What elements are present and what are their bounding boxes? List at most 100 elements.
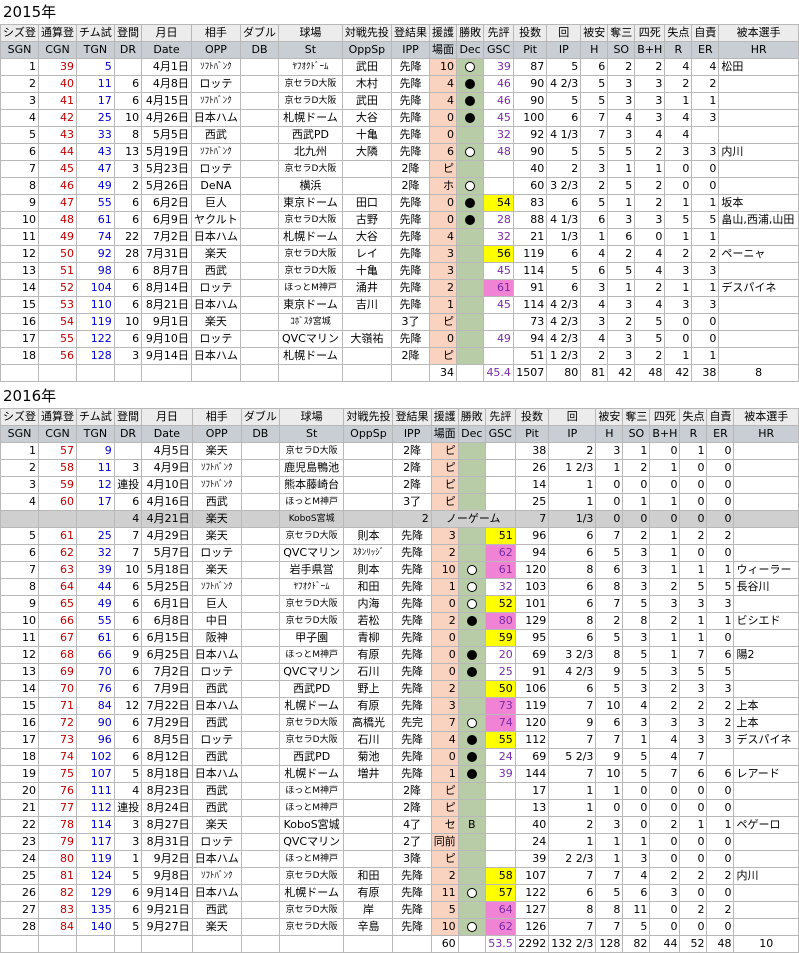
- cell-db: [240, 680, 280, 698]
- table-row: 13 69 70 6 7月2日 ロッテ QVCマリン 石川 先降 0 25 91 4 2/3 9 5 3 5 5: [0, 663, 799, 681]
- cell-sgn: 7: [0, 160, 39, 178]
- cell-so: 8: [622, 612, 651, 630]
- cell-hr: [733, 476, 799, 494]
- cell-bb: 0: [649, 782, 681, 800]
- header-cell: Pit: [514, 425, 550, 443]
- table-row: 1 39 5 4月1日 ｿﾌﾄﾊﾞﾝｸ ﾔﾌｵｸﾄﾞｰﾑ 武田 先降 10 39 87 5 6 2 2 4 4 松…: [0, 58, 799, 76]
- header-cell: HR: [718, 41, 799, 59]
- cell-ipp: 2降: [390, 160, 431, 178]
- cell-h: 5: [580, 194, 609, 212]
- cell-ip: 1: [548, 799, 597, 817]
- cell-tgn: 74: [76, 228, 115, 246]
- cell-st: 西武PD: [278, 680, 345, 698]
- cell-tgn: 98: [76, 262, 115, 280]
- cell-sgn: 15: [0, 697, 39, 715]
- cell-gsc: 62: [484, 544, 516, 562]
- cell-so: 3: [622, 561, 651, 579]
- cell-tgn: 104: [76, 279, 115, 297]
- cell-st: ﾔﾌｵｸﾄﾞｰﾑ: [278, 58, 343, 76]
- cell-ipp: 先降: [392, 527, 432, 545]
- cell-sp: 十亀: [341, 126, 392, 144]
- cell-sgn: 3: [0, 476, 39, 494]
- cell-ip: 7: [548, 918, 597, 936]
- cell-hr: [733, 663, 799, 681]
- cell-ip: 8: [548, 901, 597, 919]
- cell-so: 3: [622, 850, 651, 868]
- cell-dr: 6: [113, 279, 143, 297]
- header-cell: St: [278, 41, 343, 59]
- loss-marker: [466, 565, 477, 575]
- cell-sp: 和田: [343, 578, 394, 596]
- cell-cgn: 51: [38, 262, 77, 280]
- total-support: 60: [430, 935, 459, 953]
- cell-tgn: 49: [76, 595, 115, 613]
- cell-st: ほっとM神戸: [278, 782, 345, 800]
- header-cell: R: [679, 425, 708, 443]
- total-blank: [113, 935, 143, 953]
- cell-cgn: 71: [38, 697, 77, 715]
- cell-so: 3: [607, 211, 636, 229]
- cell-sp: 大谷: [341, 109, 392, 127]
- cell-cgn: 77: [38, 799, 77, 817]
- cell-bb: 1: [649, 459, 681, 477]
- cell-h: 1: [595, 459, 624, 477]
- cell-ipp: 先降: [390, 109, 431, 127]
- cell-ipp: 先降: [390, 126, 431, 144]
- cell-sp: [341, 177, 392, 195]
- cell-ip: 1/3: [548, 510, 597, 528]
- cell-cgn: [38, 510, 77, 528]
- cell-bb: 0: [649, 476, 681, 494]
- cell-tgn: 124: [76, 867, 115, 885]
- cell-dec: [457, 663, 486, 681]
- cell-gsc: 45: [483, 109, 514, 127]
- cell-cgn: 66: [38, 612, 77, 630]
- cell-r: 5: [664, 211, 693, 229]
- cell-st: 京セラD大阪: [278, 92, 343, 110]
- cell-er: 1: [691, 279, 720, 297]
- cell-cgn: 59: [38, 476, 77, 494]
- cell-r: 2: [664, 75, 693, 93]
- cell-ipp: 先降: [392, 595, 432, 613]
- header-cell: IP: [546, 41, 582, 59]
- win-marker: [466, 667, 477, 677]
- cell-st: 札幌ドーム: [278, 228, 343, 246]
- header-cell: OPP: [191, 425, 242, 443]
- cell-gsc: [484, 799, 516, 817]
- loss-marker: [465, 181, 476, 191]
- cell-sup: ピ: [429, 313, 458, 331]
- cell-date: 8月24日: [141, 799, 193, 817]
- cell-sup: 10: [429, 58, 458, 76]
- cell-sgn: 15: [0, 296, 39, 314]
- cell-hr: [733, 918, 799, 936]
- cell-bb: 1: [649, 527, 681, 545]
- cell-sgn: 10: [0, 612, 39, 630]
- cell-dr: 1: [113, 850, 143, 868]
- cell-st: 熊本藤崎台: [278, 476, 345, 494]
- cell-r: 1: [679, 816, 708, 834]
- cell-gsc: 49: [483, 330, 514, 348]
- cell-so: 5: [622, 646, 651, 664]
- cell-date: 8月27日: [141, 816, 193, 834]
- cell-pit: 126: [514, 918, 550, 936]
- win-marker: [465, 96, 476, 106]
- header-cell: CGN: [38, 41, 77, 59]
- cell-dec: [457, 748, 486, 766]
- cell-sgn: 16: [0, 714, 39, 732]
- cell-cgn: 43: [38, 126, 77, 144]
- cell-ip: 1: [548, 782, 597, 800]
- cell-h: 9: [595, 748, 624, 766]
- cell-db: [240, 313, 280, 331]
- cell-so: 3: [622, 680, 651, 698]
- header-cell: SGN: [0, 41, 39, 59]
- cell-er: 1: [691, 347, 720, 365]
- cell-gsc: 46: [483, 75, 514, 93]
- cell-db: [240, 262, 280, 280]
- cell-db: [240, 296, 280, 314]
- cell-er: 2: [706, 527, 735, 545]
- cell-dr: 6: [113, 629, 143, 647]
- cell-ipp: 2降: [392, 459, 432, 477]
- cell-tgn: 119: [76, 850, 115, 868]
- header-cell: ダブル: [240, 24, 280, 42]
- cell-ip: 6: [546, 194, 582, 212]
- cell-dec: [456, 296, 485, 314]
